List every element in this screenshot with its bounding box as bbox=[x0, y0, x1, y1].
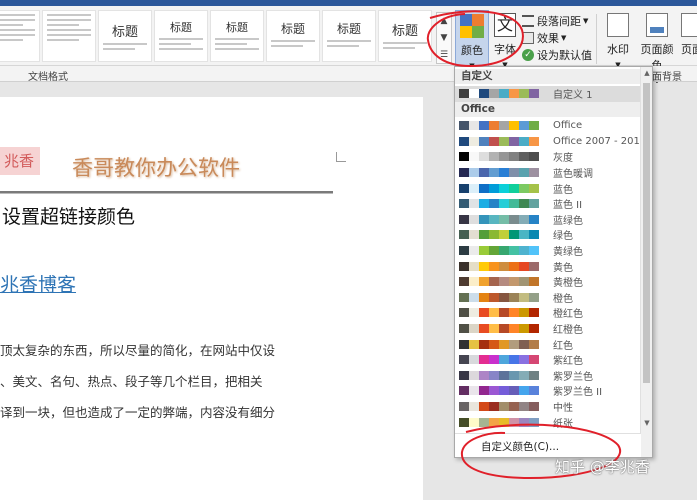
annotation-circle-ribbon bbox=[426, 10, 524, 68]
red-annotation-overlay bbox=[426, 10, 621, 480]
watermark-text: 知乎 @李兆香 bbox=[555, 458, 650, 476]
